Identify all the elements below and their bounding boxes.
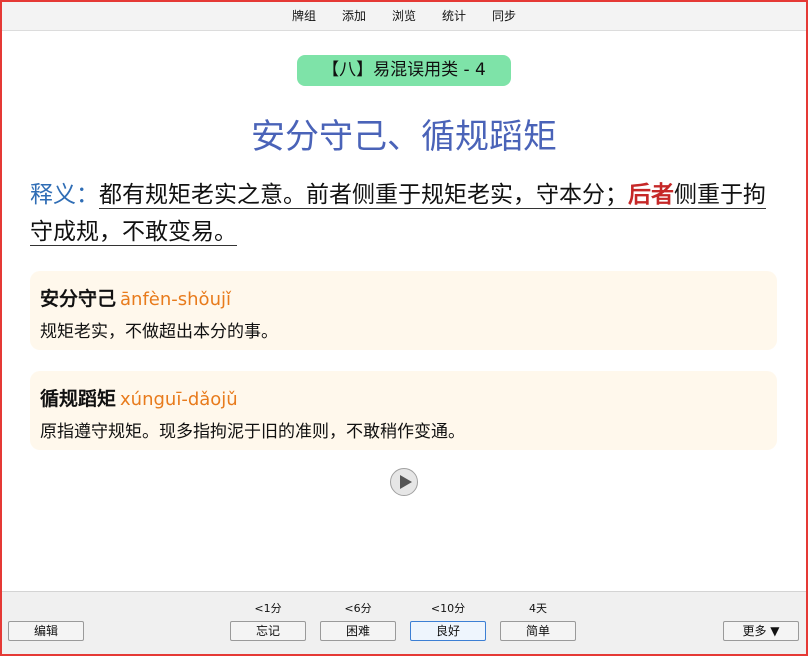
top-menu-bar: 牌组 添加 浏览 统计 同步 bbox=[2, 2, 806, 31]
menu-browse[interactable]: 浏览 bbox=[379, 2, 429, 30]
play-icon bbox=[400, 475, 412, 489]
entry-word: 安分守己 ānfèn-shǒujǐ bbox=[40, 284, 231, 311]
menu-decks[interactable]: 牌组 bbox=[279, 2, 329, 30]
entry-pinyin: xúnguī-dǎojǔ bbox=[120, 389, 238, 410]
more-button[interactable]: 更多 ▼ bbox=[723, 621, 799, 641]
definition-text-1: 都有规矩老实之意。前者侧重于规矩老实，守本分； bbox=[99, 182, 628, 209]
entry-xungui-daoju: 循规蹈矩 xúnguī-dǎojǔ 原指遵守规矩。现多指拘泥于旧的准则，不敢稍作变… bbox=[30, 371, 777, 450]
interval-again: <1分 bbox=[254, 602, 282, 615]
interval-easy: 4天 bbox=[529, 602, 547, 615]
again-button[interactable]: 忘记 bbox=[230, 621, 306, 641]
bottom-bar: 编辑 <1分 忘记 <6分 困难 <10分 良好 4天 简单 更多 ▼ bbox=[2, 591, 806, 655]
good-button[interactable]: 良好 bbox=[410, 621, 486, 641]
edit-button[interactable]: 编辑 bbox=[8, 621, 84, 641]
category-tag: 【八】易混误用类 - 4 bbox=[297, 55, 511, 86]
entry-word: 循规蹈矩 xúnguī-dǎojǔ bbox=[40, 384, 238, 411]
menu-add[interactable]: 添加 bbox=[329, 2, 379, 30]
card-title: 安分守己、循规蹈矩 bbox=[251, 117, 557, 157]
definition: 释义：都有规矩老实之意。前者侧重于规矩老实，守本分；后者侧重于拘守成规，不敢变易… bbox=[30, 177, 770, 251]
easy-button[interactable]: 简单 bbox=[500, 621, 576, 641]
menu-sync[interactable]: 同步 bbox=[479, 2, 529, 30]
interval-good: <10分 bbox=[430, 602, 466, 615]
entry-anfen-shouji: 安分守己 ānfèn-shǒujǐ 规矩老实，不做超出本分的事。 bbox=[30, 271, 777, 350]
entry-word-text: 安分守己 bbox=[40, 288, 117, 310]
play-audio-button[interactable] bbox=[390, 468, 418, 496]
entry-meaning: 原指遵守规矩。现多指拘泥于旧的准则，不敢稍作变通。 bbox=[40, 422, 465, 442]
entry-pinyin: ānfèn-shǒujǐ bbox=[120, 289, 231, 310]
interval-hard: <6分 bbox=[344, 602, 372, 615]
entry-word-text: 循规蹈矩 bbox=[40, 388, 117, 410]
hard-button[interactable]: 困难 bbox=[320, 621, 396, 641]
card-content: 【八】易混误用类 - 4 安分守己、循规蹈矩 释义：都有规矩老实之意。前者侧重于… bbox=[2, 31, 806, 591]
definition-emphasis: 后者 bbox=[628, 182, 674, 209]
menu-stats[interactable]: 统计 bbox=[429, 2, 479, 30]
definition-label: 释义： bbox=[30, 182, 99, 208]
entry-meaning: 规矩老实，不做超出本分的事。 bbox=[40, 322, 278, 342]
